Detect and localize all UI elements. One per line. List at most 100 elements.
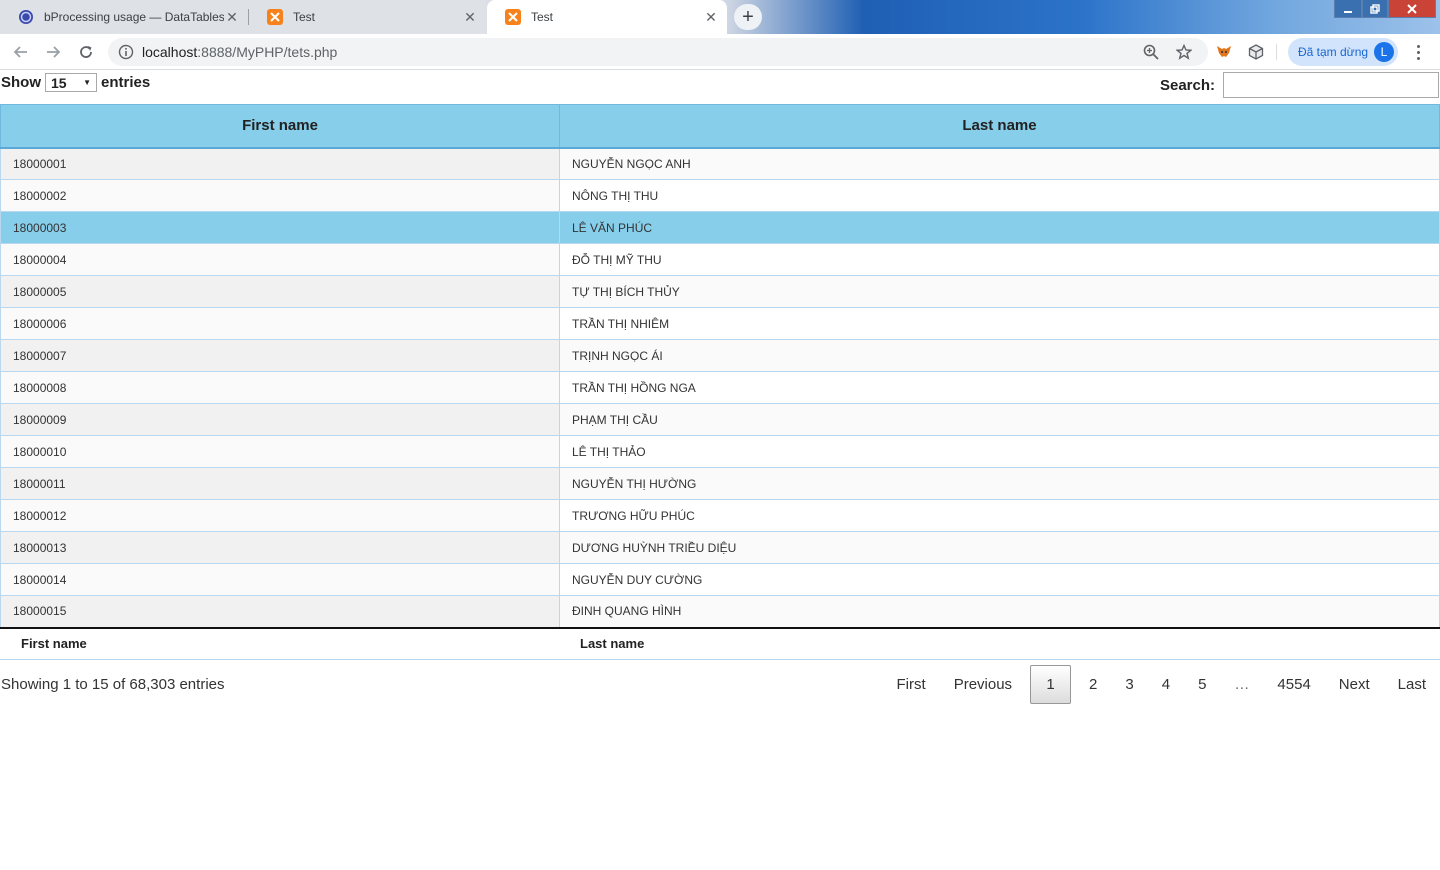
table-row[interactable]: 18000004 ĐỖ THỊ MỸ THU bbox=[0, 243, 1440, 276]
cell-last-name: TRẦN THỊ HỒNG NGA bbox=[559, 371, 1440, 404]
cell-first-name: 18000006 bbox=[0, 307, 560, 340]
cell-last-name: LÊ THỊ THẢO bbox=[559, 435, 1440, 468]
table-row[interactable]: 18000001 NGUYỄN NGỌC ANH bbox=[0, 147, 1440, 180]
info-icon[interactable] bbox=[118, 44, 134, 60]
page-button-3[interactable]: 3 bbox=[1111, 665, 1147, 704]
bookmark-star-icon[interactable] bbox=[1175, 43, 1193, 60]
page-button-4[interactable]: 4 bbox=[1148, 665, 1184, 704]
table-row[interactable]: 18000009 PHẠM THỊ CẦU bbox=[0, 403, 1440, 436]
new-tab-button[interactable]: + bbox=[734, 4, 762, 30]
zoom-icon[interactable] bbox=[1143, 44, 1159, 60]
minimize-icon bbox=[1344, 10, 1352, 13]
restore-icon bbox=[1370, 3, 1380, 14]
data-table: First name Last name 18000001 NGUYỄN NGỌC… bbox=[0, 104, 1440, 660]
table-row[interactable]: 18000002 NÔNG THỊ THU bbox=[0, 179, 1440, 212]
minimize-button[interactable] bbox=[1334, 0, 1362, 18]
page-length-value: 15 bbox=[51, 74, 67, 91]
cell-first-name: 18000012 bbox=[0, 499, 560, 532]
first-page-button[interactable]: First bbox=[883, 665, 940, 704]
show-label: Show bbox=[1, 74, 41, 91]
tab-datatables[interactable]: bProcessing usage — DataTables ✕ bbox=[0, 0, 248, 34]
page-button-5[interactable]: 5 bbox=[1184, 665, 1220, 704]
address-bar[interactable]: localhost:8888/MyPHP/tets.php bbox=[108, 38, 1208, 66]
back-button[interactable] bbox=[9, 40, 33, 64]
search-control: Search: bbox=[1160, 72, 1439, 98]
table-row[interactable]: 18000014 NGUYỄN DUY CƯỜNG bbox=[0, 563, 1440, 596]
next-page-button[interactable]: Next bbox=[1325, 665, 1384, 704]
cell-first-name: 18000009 bbox=[0, 403, 560, 436]
page-button-last-number[interactable]: 4554 bbox=[1263, 665, 1324, 704]
cell-first-name: 18000010 bbox=[0, 435, 560, 468]
tab-test-active[interactable]: Test ✕ bbox=[487, 0, 727, 34]
cell-last-name: NGUYỄN DUY CƯỜNG bbox=[559, 563, 1440, 596]
column-header-last-name[interactable]: Last name bbox=[559, 104, 1440, 149]
table-row[interactable]: 18000015 ĐINH QUANG HÌNH bbox=[0, 595, 1440, 628]
dropdown-arrow-icon: ▼ bbox=[83, 78, 91, 87]
last-page-button[interactable]: Last bbox=[1384, 665, 1440, 704]
url-text: localhost:8888/MyPHP/tets.php bbox=[142, 44, 337, 60]
table-info: Showing 1 to 15 of 68,303 entries bbox=[1, 676, 225, 693]
close-icon[interactable]: ✕ bbox=[462, 9, 478, 25]
table-footer-row: First name Last name bbox=[0, 626, 1440, 660]
table-row[interactable]: 18000012 TRƯƠNG HỮU PHÚC bbox=[0, 499, 1440, 532]
table-row[interactable]: 18000010 LÊ THỊ THẢO bbox=[0, 435, 1440, 468]
tab-test-1[interactable]: Test ✕ bbox=[249, 0, 486, 34]
footer-first-name: First name bbox=[0, 626, 560, 660]
table-row[interactable]: 18000008 TRẦN THỊ HỒNG NGA bbox=[0, 371, 1440, 404]
url-path: :8888/MyPHP/tets.php bbox=[197, 44, 338, 60]
cell-last-name: TỰ THỊ BÍCH THỦY bbox=[559, 275, 1440, 308]
restore-button[interactable] bbox=[1362, 0, 1388, 18]
xampp-icon bbox=[267, 9, 283, 25]
previous-page-button[interactable]: Previous bbox=[940, 665, 1026, 704]
page-button-1[interactable]: 1 bbox=[1030, 665, 1072, 704]
more-menu-icon[interactable] bbox=[1410, 42, 1426, 62]
entries-label: entries bbox=[101, 74, 151, 91]
cell-first-name: 18000008 bbox=[0, 371, 560, 404]
cell-first-name: 18000013 bbox=[0, 531, 560, 564]
reload-icon bbox=[80, 46, 92, 58]
table-body: 18000001 NGUYỄN NGỌC ANH 18000002 NÔNG THỊ … bbox=[0, 147, 1440, 628]
cell-first-name: 18000011 bbox=[0, 467, 560, 500]
tab-strip: bProcessing usage — DataTables ✕ Test ✕ … bbox=[0, 0, 1440, 34]
avatar: L bbox=[1374, 42, 1394, 62]
page-length-select[interactable]: 15 ▼ bbox=[45, 73, 97, 92]
arrow-right-icon bbox=[47, 46, 61, 58]
toolbar-divider bbox=[1276, 44, 1277, 60]
browser-toolbar: localhost:8888/MyPHP/tets.php Đã tạm dừn… bbox=[0, 34, 1440, 70]
table-header-row: First name Last name bbox=[0, 104, 1440, 149]
xampp-icon bbox=[505, 9, 521, 25]
forward-button[interactable] bbox=[41, 40, 65, 64]
page-button-2[interactable]: 2 bbox=[1075, 665, 1111, 704]
arrow-left-icon bbox=[13, 46, 27, 58]
tab-title: bProcessing usage — DataTables bbox=[44, 10, 224, 24]
close-icon bbox=[1407, 3, 1417, 14]
globe-icon bbox=[18, 9, 34, 25]
profile-button[interactable]: Đã tạm dừng L bbox=[1288, 38, 1398, 66]
column-header-first-name[interactable]: First name bbox=[0, 104, 560, 149]
pagination-ellipsis: … bbox=[1234, 676, 1250, 693]
table-row[interactable]: 18000006 TRẦN THỊ NHIÊM bbox=[0, 307, 1440, 340]
length-control: Show 15 ▼ entries bbox=[1, 73, 150, 92]
pagination: First Previous 1 2 3 4 5 … 4554 Next Las… bbox=[883, 665, 1440, 704]
table-row[interactable]: 18000011 NGUYỄN THỊ HƯỜNG bbox=[0, 467, 1440, 500]
footer-last-name: Last name bbox=[559, 626, 1440, 660]
reload-button[interactable] bbox=[74, 40, 98, 64]
table-row[interactable]: 18000013 DƯƠNG HUỲNH TRIỀU DIỆU bbox=[0, 531, 1440, 564]
metamask-extension-icon[interactable] bbox=[1214, 42, 1234, 62]
url-host: localhost bbox=[142, 44, 198, 60]
cell-first-name: 18000004 bbox=[0, 243, 560, 276]
table-row[interactable]: 18000005 TỰ THỊ BÍCH THỦY bbox=[0, 275, 1440, 308]
close-icon[interactable]: ✕ bbox=[703, 9, 719, 25]
cell-first-name: 18000003 bbox=[0, 211, 560, 244]
cell-first-name: 18000014 bbox=[0, 563, 560, 596]
search-label: Search: bbox=[1159, 76, 1215, 94]
close-icon[interactable]: ✕ bbox=[224, 9, 240, 25]
cell-last-name: NGUYỄN NGỌC ANH bbox=[559, 147, 1440, 180]
search-input[interactable] bbox=[1223, 72, 1439, 98]
window-close-button[interactable] bbox=[1388, 0, 1436, 18]
table-row[interactable]: 18000003 LÊ VĂN PHÚC bbox=[0, 211, 1440, 244]
table-row[interactable]: 18000007 TRỊNH NGỌC ÁI bbox=[0, 339, 1440, 372]
extension-cube-icon[interactable] bbox=[1246, 42, 1266, 62]
cell-last-name: TRỊNH NGỌC ÁI bbox=[559, 339, 1440, 372]
cell-first-name: 18000002 bbox=[0, 179, 560, 212]
